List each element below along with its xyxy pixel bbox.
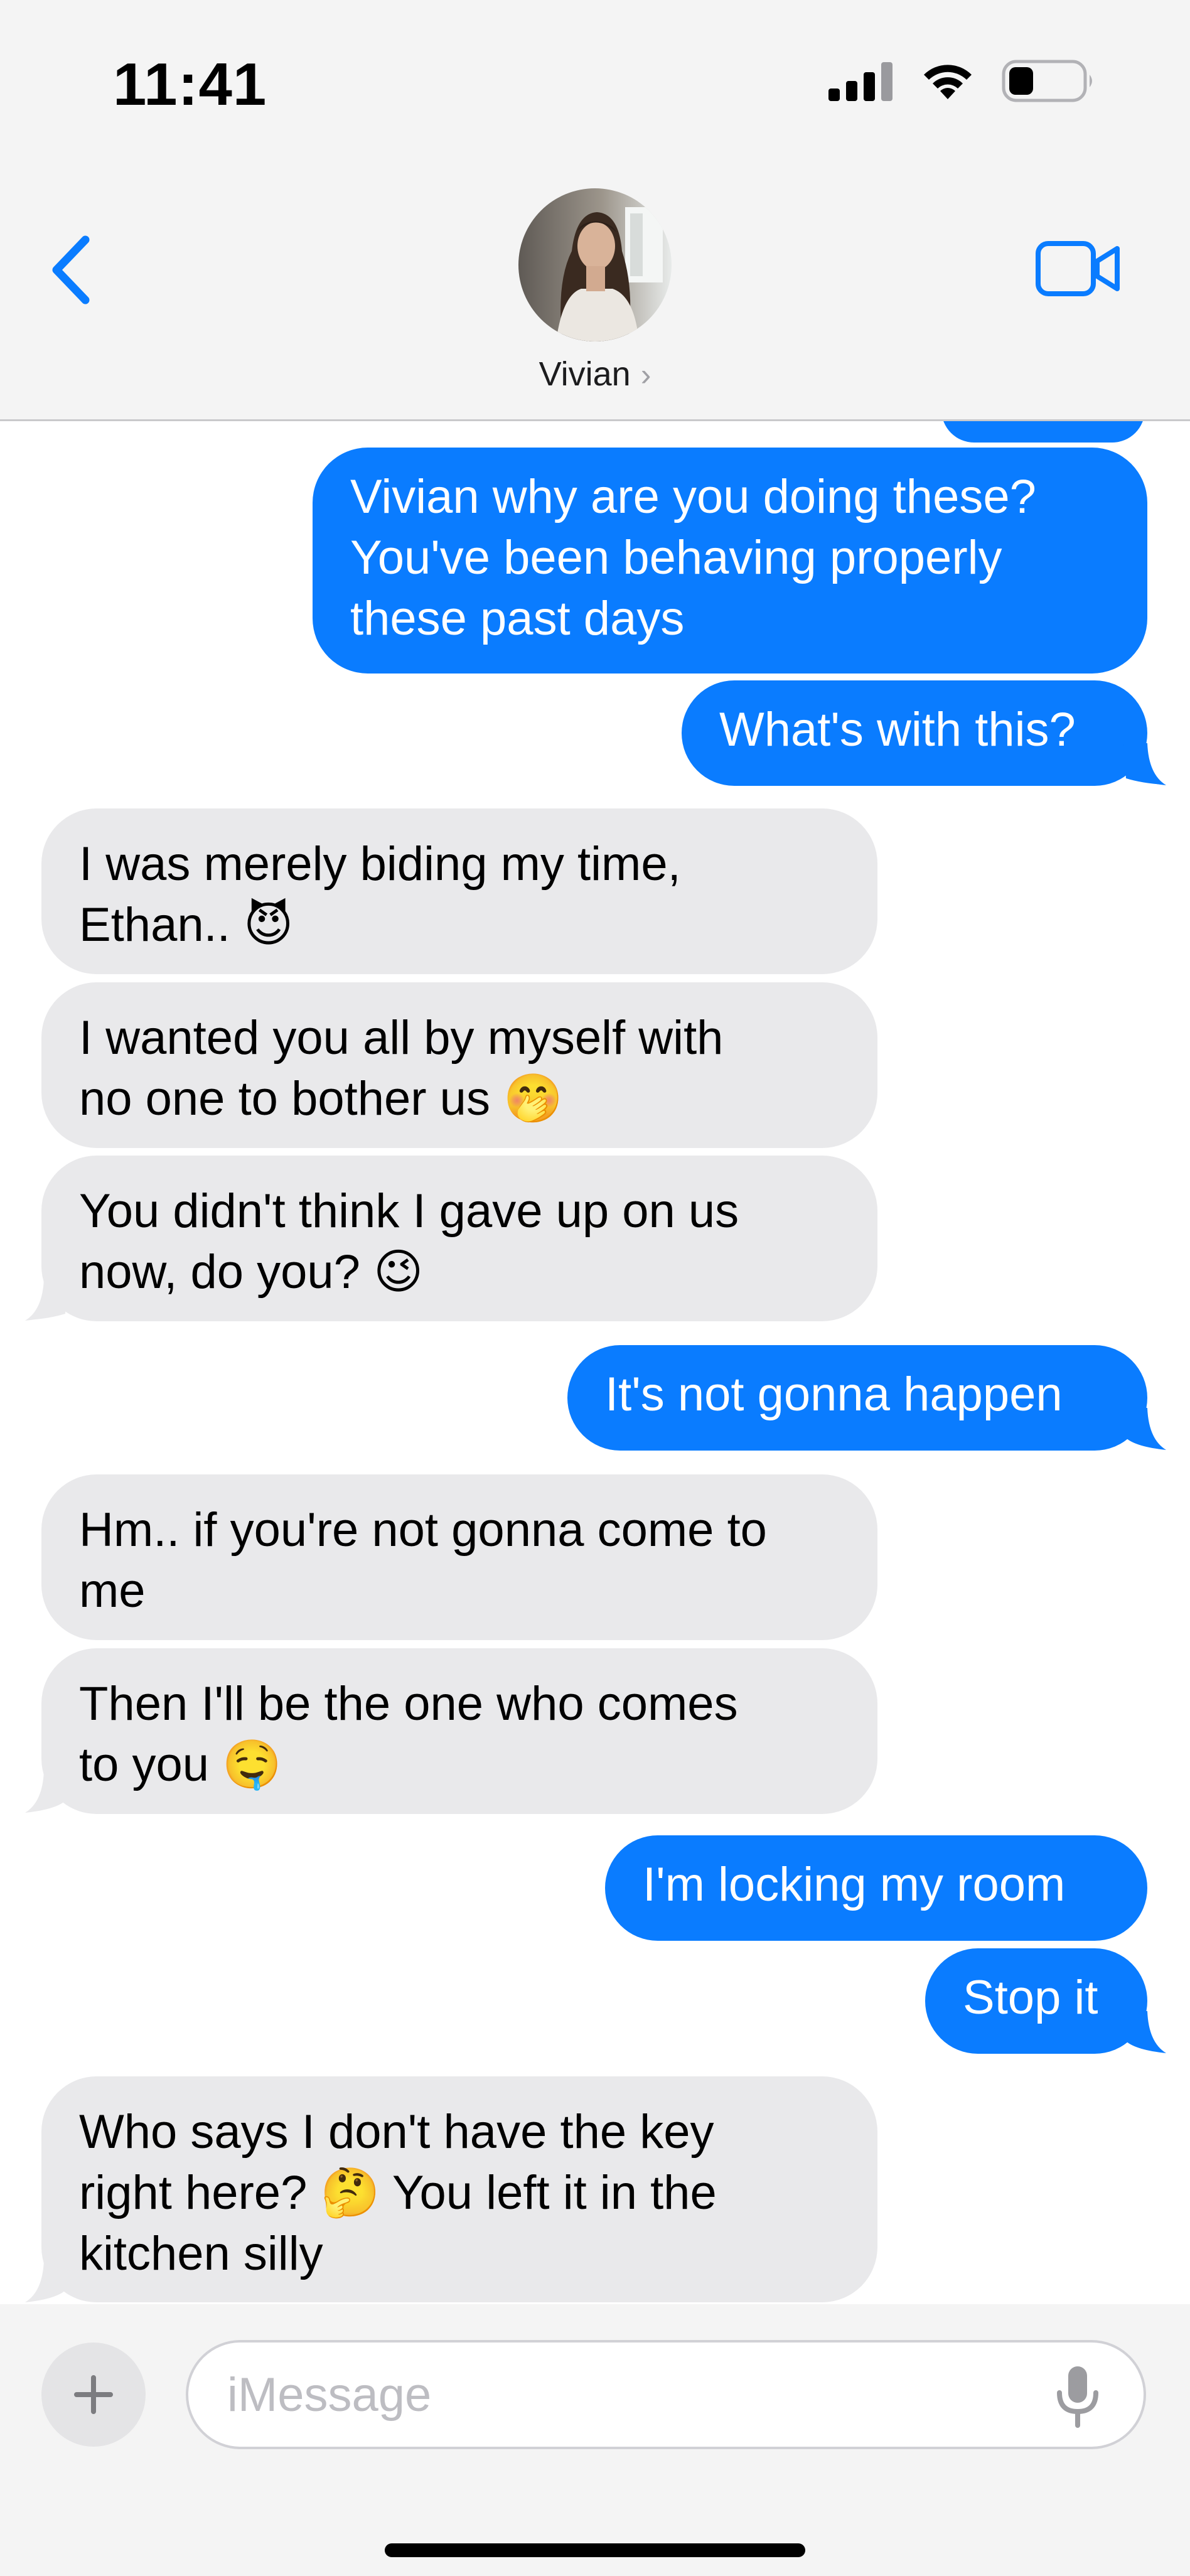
chevron-left-icon xyxy=(52,235,90,304)
conversation-header: Vivian › xyxy=(0,163,1190,421)
bubble-tail xyxy=(25,2260,65,2302)
contact-avatar[interactable] xyxy=(518,188,672,341)
bubble-tail xyxy=(25,1771,65,1813)
video-camera-icon xyxy=(1036,241,1120,296)
imessage-input[interactable] xyxy=(186,2340,1146,2449)
contact-name: Vivian xyxy=(539,355,631,393)
cellular-signal-icon xyxy=(828,62,893,101)
plus-icon xyxy=(74,2375,113,2414)
facetime-video-button[interactable] xyxy=(1034,239,1122,299)
contact-name-row[interactable]: Vivian › xyxy=(0,355,1190,394)
message-bubble-outgoing[interactable]: What's with this? xyxy=(682,680,1147,786)
bubble-tail xyxy=(1123,743,1166,785)
message-bubble-outgoing[interactable]: I'm locking my room xyxy=(605,1835,1147,1941)
bubble-tail xyxy=(25,1279,68,1321)
bubble-tail xyxy=(1126,2011,1166,2053)
message-bubble-incoming[interactable]: I wanted you all by myself with no one t… xyxy=(41,982,877,1148)
message-thread[interactable]: Vivian why are you doing these? You've b… xyxy=(0,421,1190,2304)
apps-plus-button[interactable] xyxy=(41,2343,146,2447)
previous-message-bubble[interactable] xyxy=(941,421,1145,443)
status-bar: 11:41 xyxy=(0,0,1190,163)
wifi-icon xyxy=(924,65,972,99)
status-time: 11:41 xyxy=(113,51,267,118)
message-bubble-outgoing[interactable]: Vivian why are you doing these? You've b… xyxy=(313,448,1147,674)
message-bubble-incoming[interactable]: Who says I don't have the key right here… xyxy=(41,2076,877,2302)
dictation-button[interactable] xyxy=(1049,2365,1106,2428)
message-bubble-incoming[interactable]: Hm.. if you're not gonna come to me xyxy=(41,1474,877,1640)
compose-bar xyxy=(0,2305,1190,2576)
battery-icon xyxy=(1002,60,1092,102)
message-bubble-outgoing[interactable]: It's not gonna happen xyxy=(567,1345,1147,1451)
home-indicator[interactable] xyxy=(385,2543,805,2557)
microphone-icon xyxy=(1057,2366,1098,2428)
contact-chevron-icon: › xyxy=(640,357,651,392)
avatar-photo xyxy=(518,188,672,341)
back-button[interactable] xyxy=(44,226,100,314)
bubble-tail xyxy=(1126,1408,1166,1450)
message-bubble-incoming[interactable]: You didn't think I gave up on us now, do… xyxy=(41,1156,877,1321)
message-bubble-outgoing[interactable]: Stop it xyxy=(925,1948,1147,2054)
message-bubble-incoming[interactable]: Then I'll be the one who comes to you 🤤 xyxy=(41,1648,877,1814)
message-bubble-incoming[interactable]: I was merely biding my time, Ethan.. 😈 xyxy=(41,808,877,974)
status-icons xyxy=(828,60,1096,102)
